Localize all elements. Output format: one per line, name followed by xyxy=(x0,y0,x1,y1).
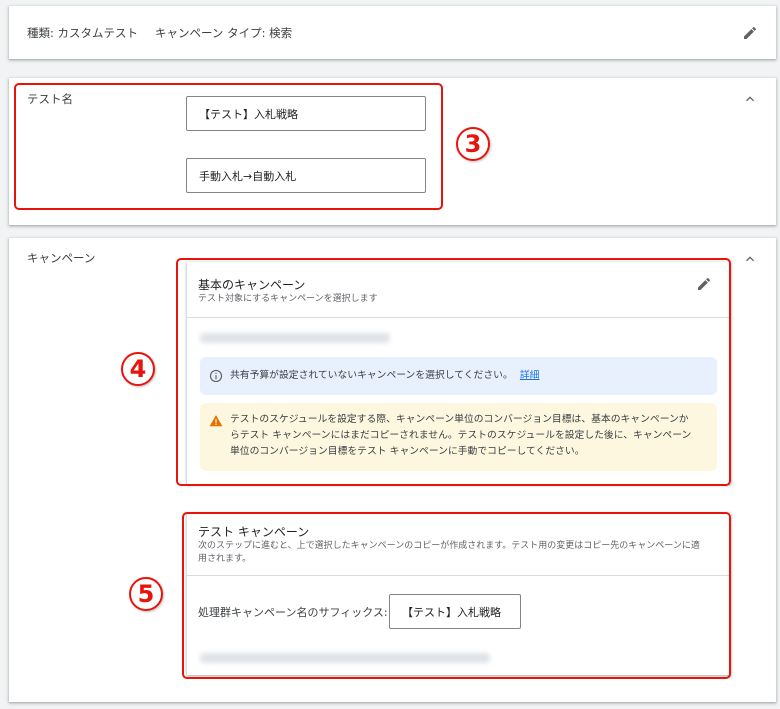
summary-card: 種類: カスタムテスト キャンペーン タイプ: 検索 xyxy=(9,6,776,59)
annotation-box-4 xyxy=(176,258,731,486)
annotation-badge-3: 3 xyxy=(456,127,490,161)
test-type-text: 種類: カスタムテスト xyxy=(27,26,139,40)
campaign-label: キャンペーン xyxy=(27,251,96,265)
annotation-box-3 xyxy=(14,83,443,210)
chevron-up-icon[interactable] xyxy=(742,91,758,107)
chevron-up-icon[interactable] xyxy=(742,251,758,267)
annotation-badge-4: 4 xyxy=(121,352,155,386)
campaign-type-text: キャンペーン タイプ: 検索 xyxy=(155,26,293,40)
edit-pencil-icon[interactable] xyxy=(742,25,758,41)
annotation-badge-5: 5 xyxy=(129,577,163,611)
annotation-box-5 xyxy=(182,512,731,679)
